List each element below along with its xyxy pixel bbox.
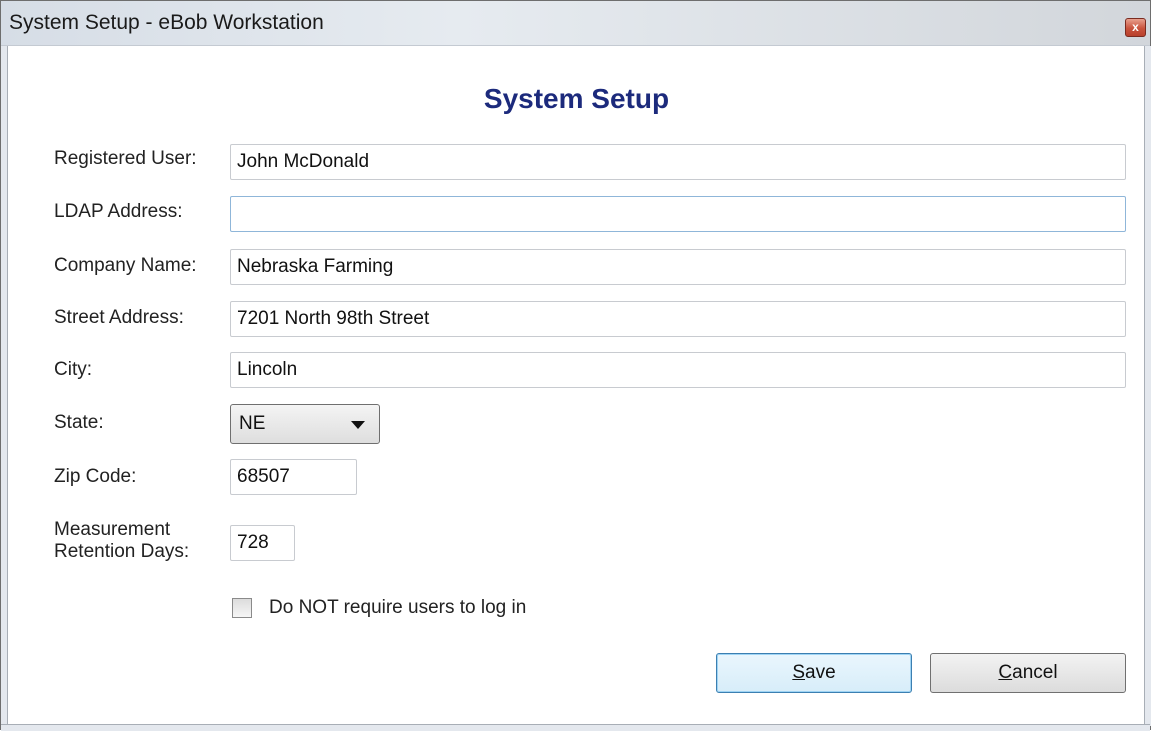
- cancel-button-label: ancel: [1012, 662, 1058, 683]
- retention-days-field[interactable]: 728: [230, 525, 295, 561]
- state-label: State:: [54, 412, 104, 433]
- registered-user-label: Registered User:: [54, 148, 197, 169]
- window-frame-left: [1, 46, 8, 726]
- registered-user-field[interactable]: John McDonald: [230, 144, 1126, 180]
- save-button-mnemonic: S: [792, 662, 806, 683]
- state-dropdown[interactable]: NE: [230, 404, 380, 444]
- cancel-button[interactable]: Cancel: [930, 653, 1126, 693]
- ldap-address-label: LDAP Address:: [54, 201, 183, 222]
- title-bar[interactable]: System Setup - eBob Workstation x: [1, 1, 1150, 46]
- chevron-down-icon: [351, 421, 365, 429]
- state-selected-value: NE: [239, 413, 266, 434]
- save-button-label: ave: [805, 662, 836, 683]
- street-address-label: Street Address:: [54, 307, 184, 328]
- window-title: System Setup - eBob Workstation: [9, 11, 324, 34]
- ldap-address-field[interactable]: [230, 196, 1126, 232]
- cancel-button-mnemonic: C: [998, 662, 1013, 683]
- company-name-field[interactable]: Nebraska Farming: [230, 249, 1126, 285]
- dialog-window: System Setup - eBob Workstation x System…: [0, 0, 1151, 731]
- company-name-label: Company Name:: [54, 255, 197, 276]
- city-label: City:: [54, 359, 92, 380]
- window-frame-right: [1144, 46, 1151, 726]
- no-login-checkbox-label[interactable]: Do NOT require users to log in: [269, 597, 526, 619]
- close-icon[interactable]: x: [1125, 18, 1146, 37]
- zip-code-label: Zip Code:: [54, 466, 137, 487]
- zip-code-field[interactable]: 68507: [230, 459, 357, 495]
- save-button[interactable]: Save: [716, 653, 912, 693]
- city-field[interactable]: Lincoln: [230, 352, 1126, 388]
- form-heading: System Setup: [483, 83, 670, 114]
- retention-days-label-line2: Retention Days:: [54, 541, 190, 562]
- retention-days-label-line1: Measurement: [54, 519, 171, 540]
- no-login-checkbox[interactable]: [232, 598, 252, 618]
- street-address-field[interactable]: 7201 North 98th Street: [230, 301, 1126, 337]
